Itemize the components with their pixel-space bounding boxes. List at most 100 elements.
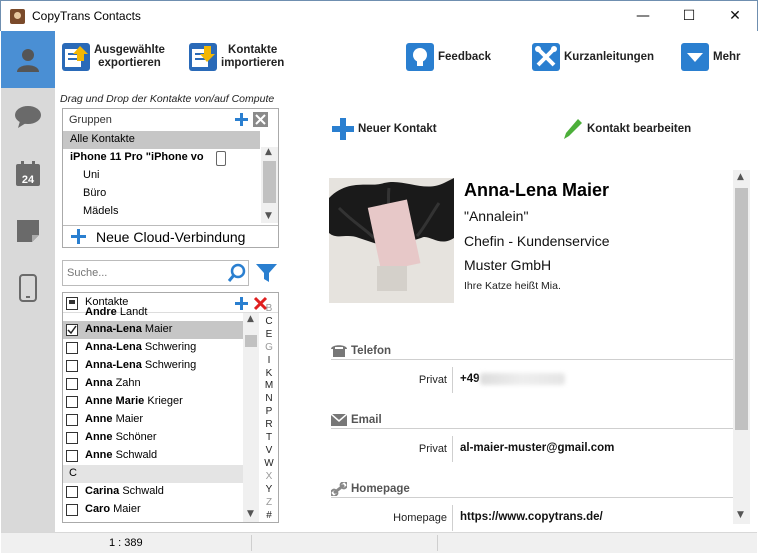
group-item-all[interactable]: Alle Kontakte (63, 131, 260, 149)
close-button[interactable]: ✕ (712, 1, 758, 31)
search-box (62, 260, 249, 286)
add-group-icon[interactable] (234, 112, 249, 127)
scroll-up-icon[interactable]: ▲ (265, 147, 272, 157)
group-item-maedels[interactable]: Mädels (63, 203, 278, 221)
contact-checkbox[interactable] (66, 360, 78, 372)
chevron-down-icon (681, 43, 709, 71)
letter-divider: C (63, 465, 243, 483)
phone-value[interactable]: +49 (460, 373, 565, 385)
guides-button[interactable]: Kurzanleitungen (532, 40, 654, 74)
contact-row[interactable]: Caro Maier (63, 501, 243, 519)
contact-row[interactable]: Anne Schöner (63, 429, 243, 447)
scroll-thumb[interactable] (735, 188, 748, 430)
maximize-button[interactable]: ☐ (666, 1, 712, 31)
group-item-buero[interactable]: Büro (63, 185, 278, 203)
import-contacts-button[interactable]: Kontakte importieren (189, 40, 284, 74)
contacts-list: Kontakte Andre Landt Anna-Lena Maier Ann… (62, 292, 279, 523)
homepage-value[interactable]: https://www.copytrans.de/ (460, 511, 603, 523)
contact-row[interactable]: Anna Zahn (63, 375, 243, 393)
contact-checkbox[interactable] (66, 450, 78, 462)
contact-checkbox[interactable] (66, 396, 78, 408)
new-contact-button[interactable]: Neuer Kontakt (332, 118, 437, 140)
title-bar: CopyTrans Contacts — ☐ ✕ (0, 0, 758, 31)
feedback-button[interactable]: Feedback (406, 40, 491, 74)
email-section-header: Email (331, 411, 747, 429)
filter-button[interactable] (254, 260, 279, 286)
contact-checkbox[interactable] (66, 342, 78, 354)
nav-messages[interactable] (1, 88, 55, 145)
homepage-type-label: Homepage (393, 512, 447, 524)
email-value[interactable]: al-maier-muster@gmail.com (460, 442, 614, 454)
alpha-letter[interactable]: R (262, 419, 276, 432)
phone-section-header: Telefon (331, 342, 747, 360)
scroll-down-icon[interactable]: ▼ (737, 510, 744, 520)
scroll-down-icon[interactable]: ▼ (247, 509, 254, 519)
contact-checkbox[interactable] (66, 414, 78, 426)
alpha-letter[interactable]: Z (262, 497, 276, 510)
alpha-letter[interactable]: X (262, 471, 276, 484)
group-item-iphone-label: iPhone 11 Pro "iPhone vo (70, 151, 204, 163)
groups-scrollbar[interactable]: ▲ ▼ (261, 147, 278, 223)
contact-row[interactable]: Anne Marie Krieger (63, 393, 243, 411)
alpha-letter[interactable]: G (262, 342, 276, 355)
alpha-letter[interactable]: Y (262, 484, 276, 497)
contacts-scrollbar[interactable]: ▲ ▼ (243, 313, 259, 522)
more-button[interactable]: Mehr (681, 40, 740, 74)
contact-row[interactable]: Anna-Lena Schwering (63, 357, 243, 375)
alpha-letter[interactable]: M (262, 380, 276, 393)
export-selected-button[interactable]: Ausgewählte exportieren (62, 40, 165, 74)
contact-photo[interactable] (329, 178, 454, 303)
contact-checkbox[interactable] (66, 304, 78, 310)
details-scrollbar[interactable]: ▲ ▼ (733, 170, 750, 524)
email-section-label: Email (351, 413, 382, 426)
phone-icon (216, 151, 226, 166)
scroll-thumb[interactable] (245, 335, 257, 347)
alpha-letter[interactable]: K (262, 368, 276, 381)
contact-row[interactable]: Anne Maier (63, 411, 243, 429)
contact-checkbox[interactable] (66, 486, 78, 498)
group-item-iphone[interactable]: iPhone 11 Pro "iPhone vo (63, 149, 260, 167)
minimize-button[interactable]: — (620, 1, 666, 31)
group-item-uni[interactable]: Uni (63, 167, 278, 185)
new-cloud-connection-button[interactable]: Neue Cloud-Verbindung (63, 225, 278, 247)
alpha-letter[interactable]: N (262, 393, 276, 406)
new-cloud-connection-label: Neue Cloud-Verbindung (96, 228, 246, 245)
alpha-letter[interactable]: V (262, 445, 276, 458)
alpha-letter[interactable]: E (262, 329, 276, 342)
window-title: CopyTrans Contacts (32, 9, 141, 23)
delete-group-icon[interactable] (253, 112, 268, 127)
contact-row[interactable]: Anna-Lena Schwering (63, 339, 243, 357)
alpha-letter[interactable]: B (262, 303, 276, 316)
nav-calendar[interactable]: 24 (1, 145, 55, 202)
scroll-down-icon[interactable]: ▼ (265, 211, 272, 221)
alpha-letter[interactable]: P (262, 406, 276, 419)
contact-row[interactable]: Anne Schwald (63, 447, 243, 465)
scroll-up-icon[interactable]: ▲ (737, 172, 744, 182)
scroll-up-icon[interactable]: ▲ (247, 314, 254, 324)
alpha-letter[interactable]: # (262, 510, 276, 523)
nav-contacts[interactable] (1, 31, 55, 88)
alpha-letter[interactable]: W (262, 458, 276, 471)
contact-row[interactable]: Andre Landt (63, 304, 243, 317)
contact-row-selected[interactable]: Anna-Lena Maier (63, 321, 243, 339)
search-icon[interactable] (227, 263, 247, 283)
pencil-icon (564, 119, 582, 139)
search-input[interactable] (67, 262, 227, 284)
contact-checkbox-checked[interactable] (66, 324, 78, 336)
redacted-number (479, 373, 565, 385)
contact-checkbox[interactable] (66, 432, 78, 444)
nav-notes[interactable] (1, 202, 55, 259)
alpha-letter[interactable]: T (262, 432, 276, 445)
contact-row[interactable]: Carina Schwald (63, 483, 243, 501)
edit-contact-button[interactable]: Kontakt bearbeiten (563, 118, 691, 140)
alphabet-index: B C E G I K M N P R T V W X Y Z # (262, 303, 276, 522)
alpha-letter[interactable]: I (262, 355, 276, 368)
phone-type-label: Privat (418, 374, 447, 386)
alpha-letter[interactable]: C (262, 316, 276, 329)
nav-device[interactable] (1, 259, 55, 316)
scroll-thumb[interactable] (263, 161, 276, 203)
note-icon (17, 219, 39, 242)
contact-checkbox[interactable] (66, 504, 78, 516)
contact-checkbox[interactable] (66, 378, 78, 390)
import-contacts-label: Kontakte importieren (221, 44, 285, 69)
